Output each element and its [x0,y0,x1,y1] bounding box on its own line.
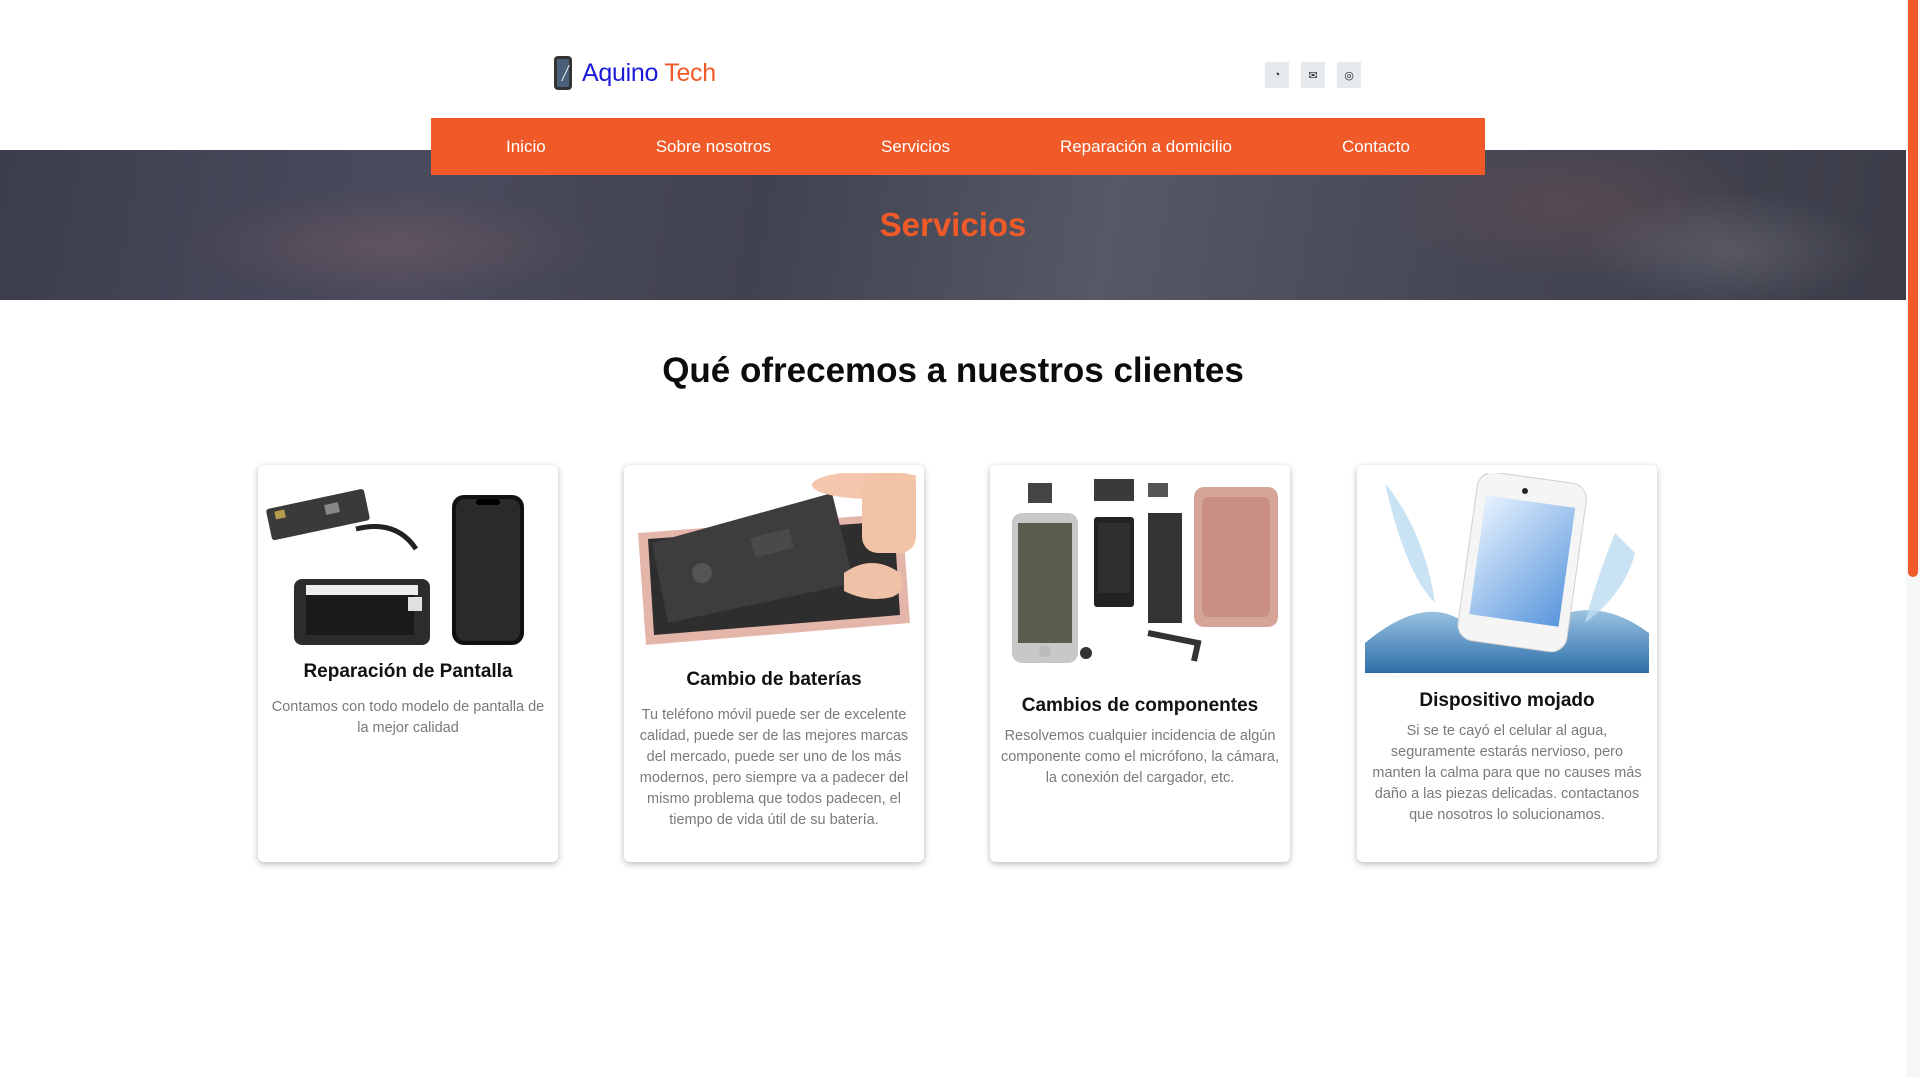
nav-item-servicios[interactable]: Servicios [881,137,950,157]
main-nav: Inicio Sobre nosotros Servicios Reparaci… [431,118,1485,175]
service-card-battery[interactable]: Cambio de baterías Tu teléfono móvil pue… [624,465,924,862]
battery-change-image [638,473,916,645]
whatsapp-icon[interactable]: ◔ [1265,62,1289,88]
phone-logo-icon [554,56,572,90]
card-description: Contamos con todo modelo de pantalla de … [271,699,545,736]
screen-repair-image [266,489,524,645]
card-description: Tu teléfono móvil puede ser de excelente… [639,707,909,828]
service-card-wet-device[interactable]: Dispositivo mojado Si se te cayó el celu… [1357,465,1657,862]
scrollbar[interactable] [1906,0,1920,1077]
logo-text-tech: Tech [664,58,716,87]
service-card-components[interactable]: Cambios de componentes Resolvemos cualqu… [990,465,1290,862]
nav-item-contacto[interactable]: Contacto [1342,137,1410,157]
envelope-icon[interactable]: ✉ [1301,62,1325,88]
social-links: ◔ ✉ ◎ [1265,62,1361,88]
instagram-icon[interactable]: ◎ [1337,62,1361,88]
components-image [1012,479,1278,663]
logo-text: Aquino Tech [582,59,716,88]
card-description: Si se te cayó el celular al agua, segura… [1372,723,1642,823]
card-title: Dispositivo mojado [1419,690,1595,711]
nav-item-reparacion-a-domicilio[interactable]: Reparación a domicilio [1060,137,1232,157]
card-title: Reparación de Pantalla [303,661,513,682]
nav-item-inicio[interactable]: Inicio [506,137,546,157]
section-title: Qué ofrecemos a nuestros clientes [662,351,1244,390]
logo[interactable]: Aquino Tech [554,56,716,90]
card-title: Cambios de componentes [1021,695,1259,716]
card-description: Resolvemos cualquier incidencia de algún… [1000,728,1280,786]
logo-text-aquino: Aquino [582,58,659,87]
nav-item-sobre-nosotros[interactable]: Sobre nosotros [656,137,771,157]
scrollbar-thumb[interactable] [1908,0,1918,577]
page-title: Servicios [879,206,1027,243]
wet-phone-image [1365,473,1649,673]
service-card-screen[interactable]: Reparación de Pantalla Contamos con todo… [258,465,558,862]
card-title: Cambio de baterías [686,669,862,690]
